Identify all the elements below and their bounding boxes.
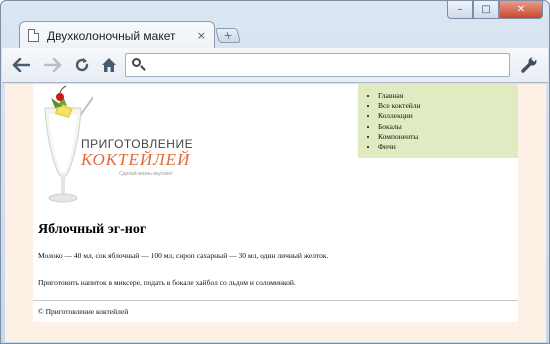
window-controls: – □ ✕	[447, 1, 543, 19]
wrench-icon	[521, 56, 537, 73]
page-content: ПРИГОТОВЛЕНИЕ КОКТЕЙЛЕЙ Сделай жизнь вку…	[33, 84, 518, 322]
nav-item[interactable]: Все коктейли	[378, 101, 518, 111]
footer-copyright: © Приготовление коктейлей	[38, 307, 129, 316]
minimize-button[interactable]: –	[447, 1, 473, 19]
maximize-button[interactable]: □	[473, 1, 499, 19]
logo-title: ПРИГОТОВЛЕНИЕ	[81, 137, 194, 151]
browser-window: – □ ✕ Двухколоночный макет × + ПРИГОТОВЛ…	[0, 0, 550, 344]
back-button[interactable]	[10, 54, 32, 76]
browser-tab[interactable]: Двухколоночный макет ×	[19, 21, 215, 49]
plus-icon: +	[221, 29, 235, 42]
navigation-menu: ГлавнаяВсе коктейлиКоллекцииБокалыКомпон…	[358, 84, 518, 158]
page-viewport: ПРИГОТОВЛЕНИЕ КОКТЕЙЛЕЙ Сделай жизнь вку…	[5, 84, 546, 342]
home-button[interactable]	[98, 54, 120, 76]
address-bar[interactable]	[125, 53, 510, 77]
ingredients-paragraph: Молоко — 40 мл, сок яблочный — 100 мл, с…	[38, 251, 329, 260]
nav-item[interactable]: Главная	[378, 91, 518, 101]
nav-item[interactable]: Компоненты	[378, 132, 518, 142]
home-icon	[102, 58, 116, 72]
reload-icon	[75, 58, 89, 72]
search-icon	[132, 58, 146, 72]
footer-divider	[33, 300, 518, 301]
logo-subtitle: КОКТЕЙЛЕЙ	[81, 150, 191, 169]
article-title: Яблочный эг-ног	[38, 222, 147, 237]
settings-wrench-button[interactable]	[519, 55, 539, 75]
close-window-button[interactable]: ✕	[499, 1, 543, 19]
reload-button[interactable]	[71, 54, 93, 76]
new-tab-button[interactable]: +	[214, 28, 242, 43]
arrow-left-icon	[12, 58, 30, 72]
logo-tagline: Сделай жизнь вкуснее!	[119, 171, 173, 177]
nav-item[interactable]: Коллекции	[378, 111, 518, 121]
site-logo[interactable]: ПРИГОТОВЛЕНИЕ КОКТЕЙЛЕЙ Сделай жизнь вку…	[33, 84, 193, 212]
nav-list: ГлавнаяВсе коктейлиКоллекцииБокалыКомпон…	[378, 91, 518, 152]
forward-button[interactable]	[42, 54, 64, 76]
page-icon	[28, 29, 39, 42]
browser-toolbar	[2, 48, 548, 83]
tab-close-icon[interactable]: ×	[197, 29, 206, 42]
nav-item[interactable]: Бокалы	[378, 122, 518, 132]
instructions-paragraph: Приготовить напиток в миксере, подать в …	[38, 278, 296, 287]
address-input[interactable]	[152, 55, 509, 75]
arrow-right-icon	[44, 58, 62, 72]
nav-item[interactable]: Фичи	[378, 142, 518, 152]
tab-title: Двухколоночный макет	[47, 28, 176, 43]
